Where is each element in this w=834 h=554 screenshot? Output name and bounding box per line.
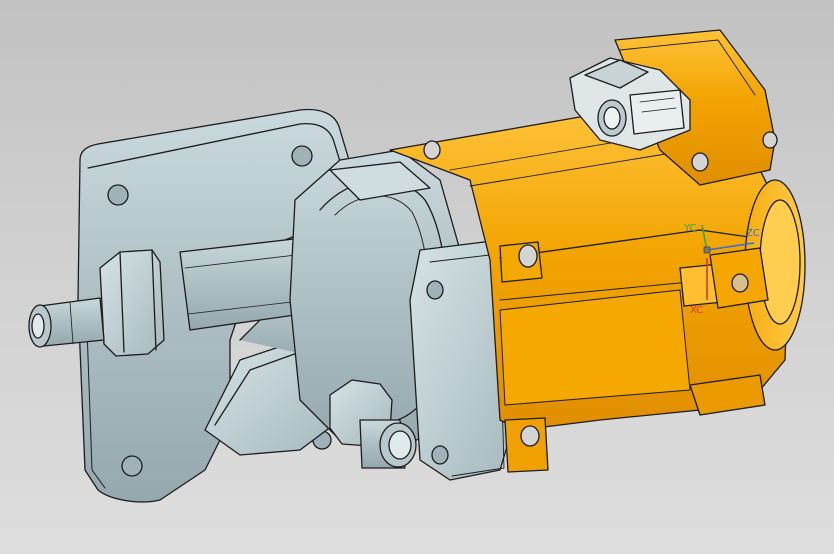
y-axis-label: YC [683, 223, 697, 234]
bolt-hole [121, 455, 143, 477]
bolt-hole [107, 184, 129, 206]
z-axis-label: ZC [746, 228, 760, 239]
x-axis-label: XC [690, 305, 703, 316]
pump-assembly-model[interactable]: ZC YC XC [0, 0, 834, 554]
bolt-hole [291, 145, 313, 167]
cad-graphics-window[interactable]: ZC YC XC [0, 0, 834, 554]
